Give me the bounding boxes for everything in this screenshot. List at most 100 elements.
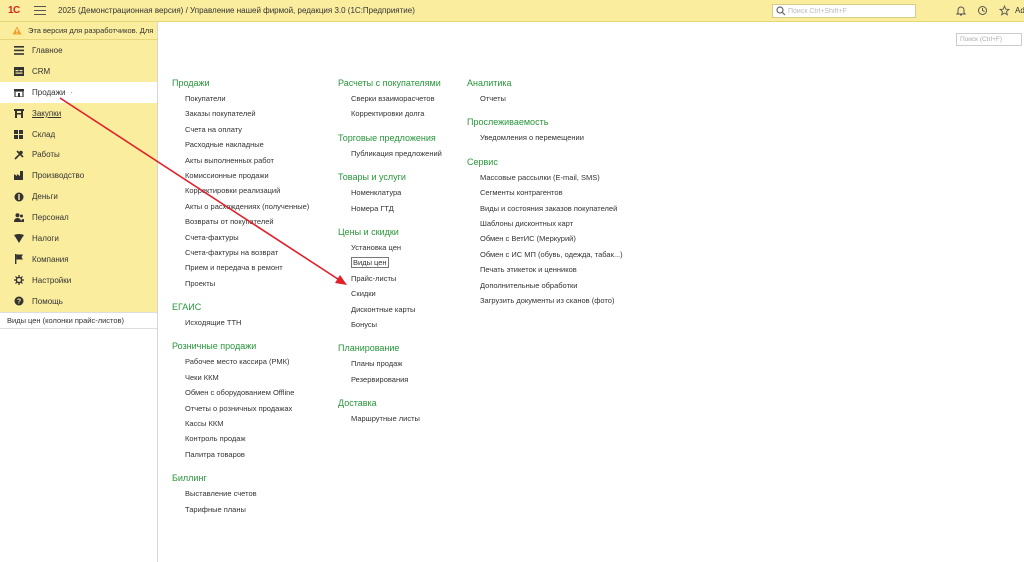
nav-link[interactable]: Обмен с оборудованием Offline [172,385,309,400]
group-title: Расчеты с покупателями [338,78,441,88]
developer-version-warning[interactable]: Эта версия для разработчиков. Для [0,22,157,40]
sidebar-item-label: Налоги [32,233,59,243]
group-title: Сервис [467,156,498,167]
people-icon [13,212,24,223]
nav-link[interactable]: Дисконтные карты [338,302,442,317]
nav-link[interactable]: Загрузить документы из сканов (фото) [467,293,623,308]
nav-link[interactable]: Обмен с ВетИС (Меркурий) [467,231,623,246]
group-title: Прослеживаемость [467,117,549,128]
sidebar-item-label: Настройки [32,275,72,285]
nav-link[interactable]: Исходящие ТТН [172,315,309,330]
section-search-input[interactable]: Поиск (Ctrl+F) [956,33,1022,46]
group-title: Цены и скидки [338,226,399,237]
group-title: Товары и услуги [338,172,406,183]
nav-link[interactable]: Отчеты о розничных продажах [172,401,309,416]
flag-icon [13,254,24,265]
nav-link[interactable]: Возвраты от покупателей [172,214,309,229]
nav-link[interactable]: Массовые рассылки (E-mail, SMS) [467,170,623,185]
nav-link[interactable]: Рабочее место кассира (РМК) [172,354,309,369]
help-icon: ? [13,296,24,307]
sidebar-item-sales[interactable]: Продажи · [0,81,157,103]
global-search-box[interactable] [772,4,916,18]
sidebar-item-label: Персонал [32,213,69,223]
nav-link[interactable]: Резервирования [338,372,442,387]
nav-link[interactable]: Тарифные планы [172,502,309,517]
sidebar-item-crm[interactable]: CRM [0,61,157,82]
open-window-tab[interactable]: Виды цен (колонки прайс-листов) [0,311,157,329]
nav-link[interactable]: Сегменты контрагентов [467,185,623,200]
nav-link[interactable]: Расходные накладные [172,137,309,152]
sidebar-item-purchases[interactable]: Закупки [0,103,157,124]
nav-link[interactable]: Проекты [172,276,309,291]
hamburger-menu-icon[interactable] [34,6,46,15]
nav-link[interactable]: Планы продаж [338,356,442,371]
sidebar-item-help[interactable]: ? Помощь [0,291,157,312]
sidebar-item-works[interactable]: Работы [0,144,157,165]
nav-link[interactable]: Покупатели [172,91,309,106]
nav-link[interactable]: Обмен с ИС МП (обувь, одежда, табак...) [467,247,623,262]
group-title: Розничные продажи [172,341,257,352]
sidebar-item-label: CRM [32,66,51,76]
nav-link[interactable]: Бонусы [338,317,442,332]
nav-link[interactable]: Кассы ККМ [172,416,309,431]
taxes-icon [13,233,24,244]
sidebar-item-settings[interactable]: Настройки [0,270,157,291]
search-icon[interactable] [776,6,786,16]
nav-link[interactable]: Шаблоны дисконтных карт [467,216,623,231]
sidebar-item-production[interactable]: Производство [0,165,157,186]
title-bar: 1С 2025 (Демонстрационная версия) / Упра… [0,0,1024,22]
nav-link-price-types[interactable]: Виды цен [338,255,442,270]
group-title: Продажи [172,78,210,88]
group-title: Доставка [338,398,377,409]
nav-link[interactable]: Акты выполненных работ [172,153,309,168]
sidebar-item-taxes[interactable]: Налоги [0,228,157,249]
user-name[interactable]: Ad [1015,6,1024,15]
nav-link[interactable]: Комиссионные продажи [172,168,309,183]
nav-link[interactable]: Номера ГТД [338,201,442,216]
factory-icon [13,170,24,181]
nav-link[interactable]: Сверки взаиморасчетов [338,91,442,106]
sidebar-item-label: Компания [32,254,69,264]
nav-link[interactable]: Чеки ККМ [172,370,309,385]
nav-link[interactable]: Отчеты [467,91,623,106]
nav-link[interactable]: Маршрутные листы [338,411,442,426]
nav-link[interactable]: Корректировки долга [338,106,442,121]
nav-link[interactable]: Установка цен [338,240,442,255]
sidebar-item-label: Производство [32,171,85,181]
global-search-input[interactable] [788,7,908,15]
sidebar: Эта версия для разработчиков. Для Главно… [0,22,158,562]
nav-link[interactable]: Печать этикеток и ценников [467,262,623,277]
sidebar-item-warehouse[interactable]: Склад [0,124,157,145]
history-icon[interactable] [977,5,988,16]
nav-link[interactable]: Счета-фактуры [172,230,309,245]
nav-link[interactable]: Контроль продаж [172,431,309,446]
sidebar-item-label: Склад [32,129,56,139]
nav-link[interactable]: Прайс-листы [338,271,442,286]
nav-link[interactable]: Счета-фактуры на возврат [172,245,309,260]
star-icon[interactable] [999,5,1010,16]
nav-link[interactable]: Заказы покупателей [172,106,309,121]
nav-link[interactable]: Номенклатура [338,185,442,200]
sidebar-item-money[interactable]: Деньги [0,186,157,207]
sidebar-item-main[interactable]: Главное [0,40,157,61]
nav-link[interactable]: Скидки [338,286,442,301]
nav-link[interactable]: Акты о расхождениях (полученные) [172,199,309,214]
group-title: Планирование [338,343,400,354]
nav-link[interactable]: Дополнительные обработки [467,278,623,293]
nav-link[interactable]: Уведомления о перемещении [467,130,623,145]
nav-link[interactable]: Счета на оплату [172,122,309,137]
sidebar-item-personnel[interactable]: Персонал [0,207,157,228]
nav-link[interactable]: Виды и состояния заказов покупателей [467,201,623,216]
sidebar-item-company[interactable]: Компания [0,249,157,270]
nav-link[interactable]: Палитра товаров [172,447,309,462]
column-1: Продажи Покупатели Заказы покупателей Сч… [172,76,309,517]
nav-link[interactable]: Прием и передача в ремонт [172,260,309,275]
sidebar-item-label: Продажи [32,87,66,97]
nav-link[interactable]: Корректировки реализаций [172,183,309,198]
bell-icon[interactable] [955,5,966,16]
dot-marker: · [70,87,74,97]
nav-link[interactable]: Публикация предложений [338,146,442,161]
column-3: Аналитика Отчеты Прослеживаемость Уведом… [467,76,623,308]
nav-link[interactable]: Выставление счетов [172,486,309,501]
app-logo[interactable]: 1С [8,5,28,16]
